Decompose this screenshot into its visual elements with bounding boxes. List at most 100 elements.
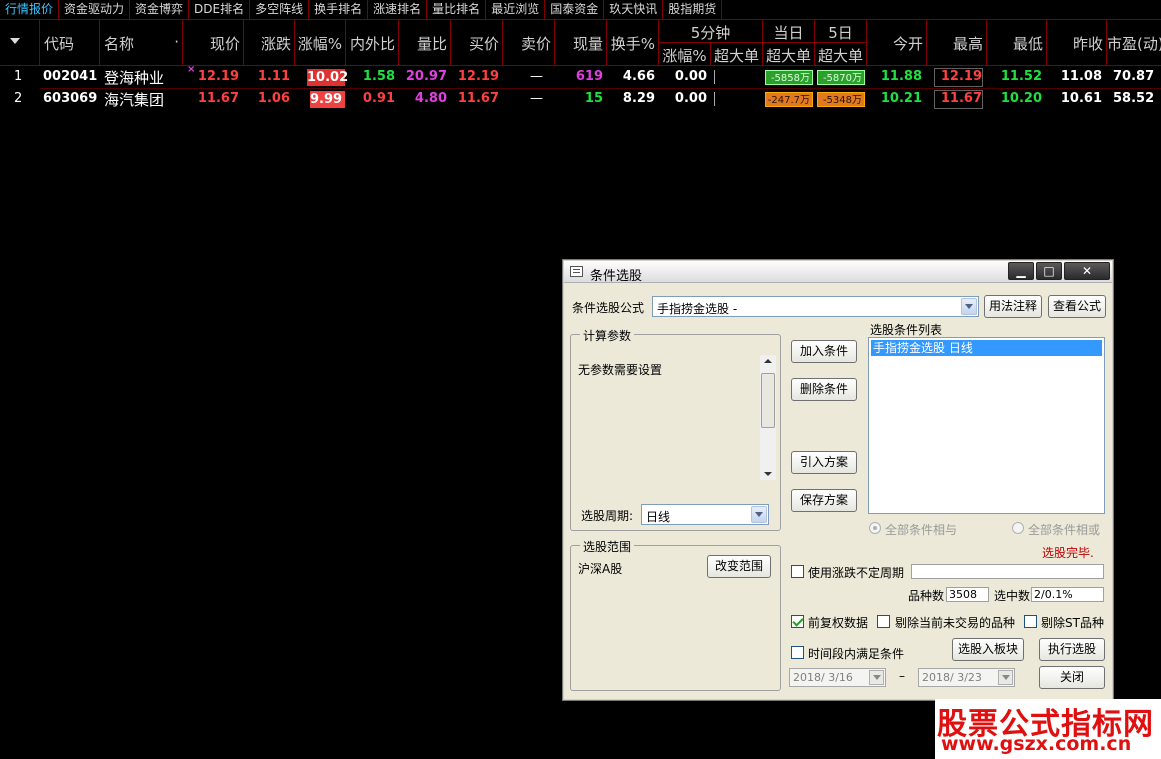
tab-fund-drive[interactable]: 资金驱动力 [59,0,131,19]
col-change[interactable]: 涨跌 [244,20,295,66]
exclude-st-checkbox[interactable] [1024,615,1037,628]
tab-news[interactable]: 玖天快讯 [604,0,664,19]
col-high[interactable]: 最高 [927,20,987,66]
tab-recent[interactable]: 最近浏览 [486,0,546,19]
col-5min-pct[interactable]: 涨幅% [659,43,711,66]
chevron-down-icon[interactable] [751,506,767,523]
date-to-picker[interactable]: 2018/ 3/23 [918,668,1015,687]
turnover: 4.66 [622,69,655,84]
period-satisfy-label: 时间段内满足条件 [808,647,905,661]
tab-dde-rank[interactable]: DDE排名 [189,0,251,19]
close-button[interactable]: 关闭 [1039,666,1105,689]
import-plan-button[interactable]: 引入方案 [791,451,857,474]
date-from-picker[interactable]: 2018/ 3/16 [789,668,886,687]
ask-price: — [530,91,543,106]
period-select[interactable]: 日线 [641,504,769,525]
exclude-st-label: 剔除ST品种 [1041,616,1104,630]
list-item[interactable]: 手指捞金选股 日线 [871,340,1102,356]
scope-group: 选股范围 沪深A股 改变范围 [570,538,781,691]
pct-badge: 10.02 [307,69,349,86]
sort-menu-header[interactable] [0,20,40,66]
tab-speed-rank[interactable]: 涨速排名 [368,0,428,19]
save-plan-button[interactable]: 保存方案 [791,489,857,512]
scroll-down-icon[interactable] [764,472,772,476]
high-price: 12.19 [940,69,982,84]
vol-ratio: 20.97 [405,69,447,84]
row-index: 1 [14,69,23,84]
col-code[interactable]: 代码 [40,20,100,66]
radio-or[interactable] [1012,522,1024,534]
add-condition-button[interactable]: 加入条件 [791,340,857,363]
params-scrollbar[interactable] [760,355,776,480]
formula-label: 条件选股公式 [572,301,645,315]
bid-price: 12.19 [457,69,499,84]
col-name[interactable]: 名称 · [100,20,183,66]
ask-price: — [530,69,543,84]
usage-notes-button[interactable]: 用法注释 [984,295,1042,318]
maximize-button[interactable]: □ [1036,262,1062,280]
params-group-title: 计算参数 [580,327,635,344]
col-price[interactable]: 现价 [183,20,244,66]
tab-fund-game[interactable]: 资金博弈 [130,0,190,19]
close-icon[interactable]: ✕ [1064,262,1110,280]
watermark: 股票公式指标网 www.gszx.com.cn [935,699,1161,759]
formula-value: 手指捞金选股 - [657,302,738,316]
col-low[interactable]: 最低 [987,20,1047,66]
prev-close: 11.08 [1060,69,1102,84]
tab-bull-bear[interactable]: 多空阵线 [250,0,310,19]
inout-ratio: 0.91 [362,91,395,106]
chevron-down-icon[interactable] [869,670,884,685]
col-turnover[interactable]: 换手% [607,20,659,66]
col-group-5min: 5分钟 [659,20,763,43]
current-vol: 15 [584,91,603,106]
tab-guotai-fund[interactable]: 国泰资金 [545,0,605,19]
radio-and[interactable] [869,522,881,534]
price: 11.67 [197,91,239,106]
table-row[interactable]: 1 002041 登海种业 × 12.19 1.11 10.02 1.58 20… [0,64,1161,89]
table-row[interactable]: 2 603069 海汽集团 11.67 1.06 9.99 0.91 4.80 … [0,89,1161,111]
tab-volratio-rank[interactable]: 量比排名 [427,0,487,19]
minimize-button[interactable]: ▁ [1008,262,1034,280]
change: 1.06 [257,91,290,106]
col-5min-big[interactable]: 超大单 [711,43,763,66]
col-bid[interactable]: 买价 [451,20,503,66]
col-volratio[interactable]: 量比 [399,20,451,66]
params-group: 计算参数 无参数需要设置 选股周期: 日线 [570,327,781,531]
col-open[interactable]: 今开 [867,20,927,66]
count-label: 品种数 [908,589,945,603]
period-value: 日线 [646,510,671,524]
params-text: 无参数需要设置 [578,363,663,377]
change-scope-button[interactable]: 改变范围 [707,555,771,578]
chevron-down-icon[interactable] [998,670,1013,685]
scroll-up-icon[interactable] [764,359,772,363]
current-vol: 619 [575,69,603,84]
period-satisfy-checkbox[interactable] [791,646,804,659]
view-formula-button[interactable]: 查看公式 [1048,295,1106,318]
pre-adjust-checkbox[interactable] [791,615,804,628]
tab-turnover-rank[interactable]: 换手排名 [309,0,369,19]
chevron-down-icon[interactable] [961,298,977,315]
dialog-titlebar[interactable]: 条件选股 ▁ □ ✕ [564,261,1112,284]
col-vol[interactable]: 现量 [555,20,607,66]
to-block-button[interactable]: 选股入板块 [952,638,1024,661]
pe-ratio: 58.52 [1113,91,1155,106]
exclude-untraded-checkbox[interactable] [877,615,890,628]
delete-condition-button[interactable]: 删除条件 [791,378,857,401]
condition-list[interactable]: 手指捞金选股 日线 [868,337,1105,514]
col-ask[interactable]: 卖价 [503,20,555,66]
tab-quotes[interactable]: 行情报价 [0,0,60,19]
col-prev[interactable]: 昨收 [1047,20,1107,66]
formula-select[interactable]: 手指捞金选股 - [652,296,979,317]
row-index: 2 [14,91,23,106]
col-pe[interactable]: 市盈(动) [1107,20,1161,66]
col-today-big[interactable]: 超大单 [763,43,815,66]
unfixed-period-checkbox[interactable] [791,565,804,578]
tab-futures[interactable]: 股指期货 [663,0,723,19]
unfixed-period-field[interactable] [911,564,1104,579]
col-inout[interactable]: 内外比 [346,20,399,66]
run-selection-button[interactable]: 执行选股 [1039,638,1105,661]
col-5day-big[interactable]: 超大单 [815,43,867,66]
col-pct[interactable]: 涨幅% [295,20,346,66]
vol-ratio: 4.80 [414,91,447,106]
scroll-thumb[interactable] [761,373,775,428]
